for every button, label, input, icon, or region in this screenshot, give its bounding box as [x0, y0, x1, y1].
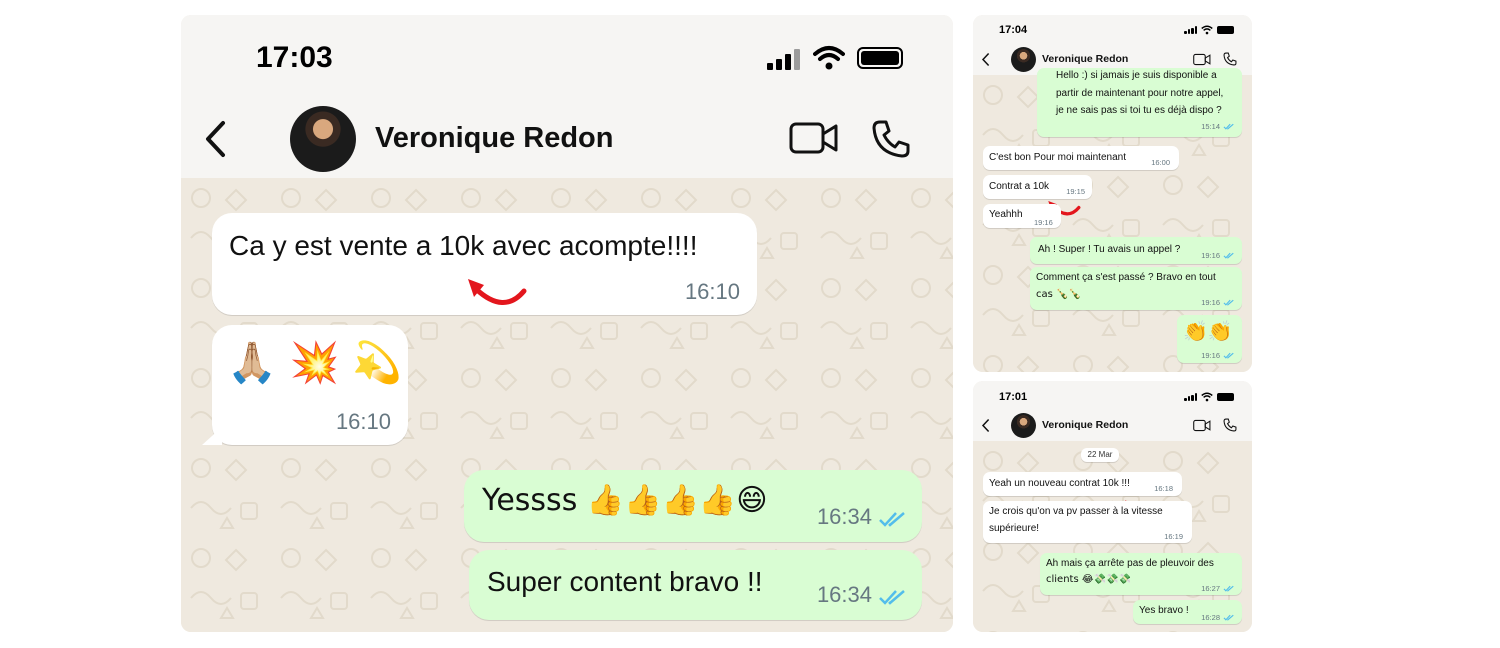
- contact-name[interactable]: Veronique Redon: [1042, 53, 1128, 65]
- double-check-icon: [1223, 352, 1234, 359]
- message-bubble-outgoing[interactable]: Yes bravo ! 16:28: [1133, 600, 1242, 624]
- message-bubble-incoming[interactable]: 🙏🏼 💥 💫 16:10: [212, 325, 408, 445]
- contact-name[interactable]: Veronique Redon: [375, 122, 613, 155]
- battery-icon: [1217, 393, 1234, 401]
- message-time: 16:00: [1151, 158, 1170, 167]
- message-text: C'est bon Pour moi maintenant: [989, 152, 1126, 163]
- wifi-icon: [1201, 25, 1213, 35]
- message-time: 19:16: [1201, 298, 1220, 307]
- message-emoji: 🙏🏼 💥 💫: [227, 340, 402, 386]
- bubble-tail: [202, 427, 222, 445]
- message-bubble-outgoing[interactable]: Super content bravo !! 16:34: [469, 550, 922, 620]
- avatar[interactable]: [1011, 47, 1036, 72]
- message-bubble-outgoing[interactable]: Comment ça s'est passé ? Bravo en tout c…: [1030, 267, 1242, 310]
- message-bubble-outgoing[interactable]: Hello :) si jamais je suis disponible a …: [1037, 68, 1242, 137]
- double-check-icon: [1223, 585, 1234, 592]
- message-time: 16:18: [1154, 484, 1173, 493]
- date-chip: 22 Mar: [1081, 448, 1119, 462]
- message-time: 16:27: [1201, 584, 1220, 593]
- double-check-icon: [879, 512, 905, 527]
- wifi-icon: [1201, 392, 1213, 402]
- message-time: 16:19: [1164, 532, 1183, 541]
- message-text-line: Ah mais ça arrête pas de pleuvoir des: [1046, 558, 1214, 569]
- avatar[interactable]: [1011, 413, 1036, 438]
- message-text-line: je ne sais pas si toi tu es déjà dispo ?: [1056, 105, 1222, 116]
- status-time: 17:01: [999, 391, 1028, 403]
- video-camera-icon[interactable]: [1193, 53, 1211, 66]
- message-time: 16:34: [816, 504, 872, 529]
- signal-icon: [767, 48, 801, 70]
- message-text: Yessss 👍👍👍👍😄: [482, 483, 768, 518]
- message-text-line: Hello :) si jamais je suis disponible a: [1056, 70, 1217, 81]
- message-emoji: 👏👏: [1183, 319, 1233, 343]
- battery-fill: [861, 51, 899, 65]
- red-curved-arrow-icon: [468, 279, 527, 305]
- double-check-icon: [1223, 614, 1234, 621]
- back-chevron-icon[interactable]: [981, 418, 991, 433]
- status-time: 17:03: [256, 41, 333, 74]
- double-check-icon: [879, 590, 905, 605]
- wifi-icon: [813, 46, 845, 70]
- message-time: 19:16: [1034, 218, 1053, 227]
- message-bubble-incoming[interactable]: Je crois qu'on va pv passer à la vitesse…: [983, 501, 1192, 543]
- signal-icon: [1184, 26, 1198, 34]
- back-chevron-icon[interactable]: [981, 52, 991, 67]
- message-time: 16:10: [335, 409, 391, 434]
- message-text-line: Je crois qu'on va pv passer à la vitesse: [989, 506, 1163, 517]
- message-text-line: cas 🍾🍾: [1036, 289, 1081, 300]
- message-time: 16:28: [1201, 613, 1220, 622]
- message-time: 19:16: [1201, 251, 1220, 260]
- back-chevron-icon[interactable]: [203, 119, 229, 159]
- message-bubble-incoming[interactable]: C'est bon Pour moi maintenant 16:00: [983, 146, 1179, 170]
- message-text-line: supérieure!: [989, 523, 1040, 534]
- secondary-chat-screenshot-bottom: 17:01 Veronique Redon 22 Mar Yeah un nou…: [973, 381, 1252, 632]
- message-bubble-outgoing[interactable]: 👏👏 19:16: [1177, 315, 1242, 363]
- message-time: 15:14: [1201, 122, 1220, 131]
- message-bubble-incoming[interactable]: Yeahhh 19:16: [983, 204, 1061, 228]
- message-time: 16:34: [816, 582, 872, 607]
- phone-icon[interactable]: [1223, 52, 1237, 66]
- avatar[interactable]: [290, 106, 356, 172]
- video-camera-icon[interactable]: [1193, 419, 1211, 432]
- video-camera-icon[interactable]: [789, 121, 839, 155]
- message-bubble-outgoing[interactable]: Ah mais ça arrête pas de pleuvoir des cl…: [1040, 553, 1242, 595]
- contact-name[interactable]: Veronique Redon: [1042, 419, 1128, 431]
- message-text-line: partir de maintenant pour notre appel,: [1056, 88, 1224, 99]
- message-text: Ah ! Super ! Tu avais un appel ?: [1038, 244, 1181, 255]
- message-text: Contrat a 10k: [989, 181, 1050, 192]
- battery-icon: [1217, 26, 1234, 34]
- message-time: 16:10: [684, 279, 740, 304]
- secondary-chat-screenshot-top: 17:04 Veronique Redon Hello :) si jamais…: [973, 15, 1252, 372]
- double-check-icon: [1223, 252, 1234, 259]
- message-bubble-incoming[interactable]: Yeah un nouveau contrat 10k !!! 16:18: [983, 472, 1182, 496]
- message-text-line: Comment ça s'est passé ? Bravo en tout: [1036, 272, 1216, 283]
- signal-icon: [1184, 393, 1198, 401]
- phone-icon[interactable]: [1223, 418, 1237, 432]
- double-check-icon: [1223, 123, 1234, 130]
- message-text: Ca y est vente a 10k avec acompte!!!!: [229, 230, 698, 261]
- status-time: 17:04: [999, 24, 1028, 36]
- message-text: Yeahhh: [989, 209, 1023, 220]
- message-bubble-outgoing[interactable]: Yessss 👍👍👍👍😄 16:34: [464, 470, 922, 542]
- message-bubble-outgoing[interactable]: Ah ! Super ! Tu avais un appel ? 19:16: [1030, 237, 1242, 264]
- message-text: Yeah un nouveau contrat 10k !!!: [989, 478, 1130, 489]
- message-text-line: clients 😂💸💸💸: [1046, 574, 1131, 585]
- message-text: Super content bravo !!: [487, 566, 763, 597]
- message-text: Yes bravo !: [1139, 605, 1189, 616]
- double-check-icon: [1223, 299, 1234, 306]
- main-chat-screenshot: 17:03 Veronique Redon Ca y est vente a 1…: [181, 15, 953, 632]
- message-time: 19:16: [1201, 351, 1220, 360]
- phone-icon[interactable]: [871, 119, 911, 159]
